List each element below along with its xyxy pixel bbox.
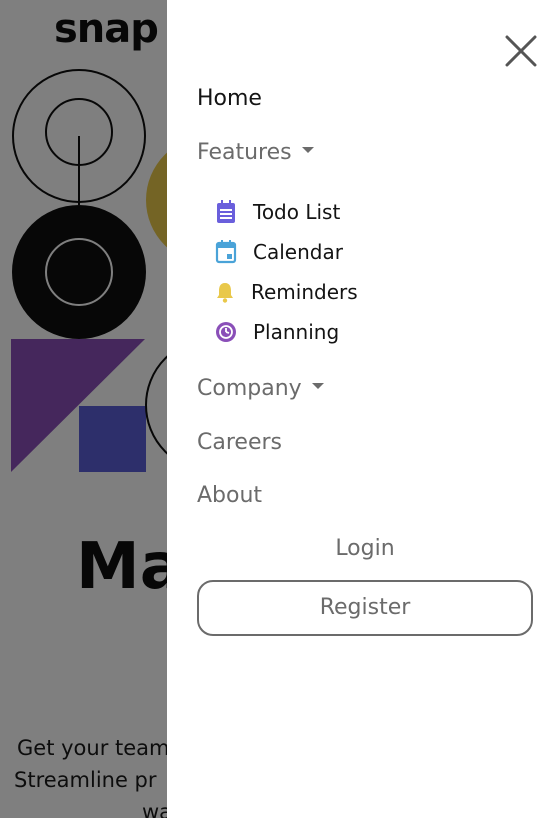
submenu-item-planning[interactable]: Planning [215, 320, 339, 344]
calendar-icon [215, 240, 237, 264]
submenu-item-calendar[interactable]: Calendar [215, 240, 343, 264]
nav-features-label: Features [197, 140, 292, 165]
nav-company-label: Company [197, 376, 302, 401]
login-button[interactable]: Login [197, 536, 533, 561]
nav-careers[interactable]: Careers [197, 430, 282, 455]
submenu-item-todo-list[interactable]: Todo List [215, 200, 340, 224]
close-icon[interactable] [503, 33, 539, 69]
nav-about[interactable]: About [197, 483, 262, 508]
todo-list-icon [217, 200, 235, 223]
planning-icon [216, 322, 236, 342]
nav-company-toggle[interactable]: Company [197, 376, 324, 401]
register-button[interactable]: Register [197, 580, 533, 636]
nav-features-toggle[interactable]: Features [197, 140, 314, 165]
submenu-item-label: Calendar [253, 240, 343, 264]
mobile-nav-drawer: Home Features Todo List Calendar Reminde… [167, 0, 556, 818]
submenu-item-label: Reminders [251, 280, 358, 304]
submenu-item-label: Todo List [253, 200, 341, 224]
submenu-item-label: Planning [253, 320, 340, 344]
submenu-item-reminders[interactable]: Reminders [215, 280, 358, 304]
caret-down-icon [301, 147, 314, 153]
bell-icon [217, 283, 233, 303]
nav-home[interactable]: Home [197, 86, 262, 111]
caret-down-icon [311, 383, 324, 389]
